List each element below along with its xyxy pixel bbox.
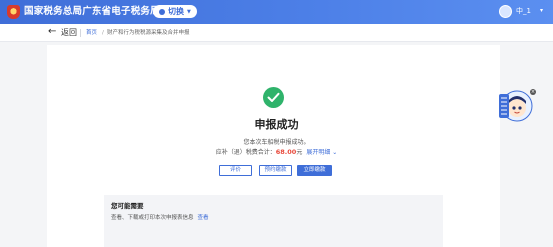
success-subtitle: 您本次车船税申报成功。 [243, 139, 310, 146]
assistant-mascot-icon[interactable] [497, 86, 533, 124]
chevron-down-icon: ▼ [187, 8, 191, 15]
site-title: 国家税务总局广东省电子税务局 [24, 6, 160, 17]
switch-region-button[interactable]: 切换 ▼ [153, 5, 197, 18]
tax-total-amount: 68.00 [275, 148, 297, 156]
close-mascot-icon[interactable]: × [530, 89, 536, 95]
top-header-bar: 国家税务总局广东省电子税务局 切换 ▼ 中_1 ▾ [0, 0, 553, 24]
breadcrumb-home-link[interactable]: 首页 [86, 29, 97, 37]
you-may-need-title: 您可能需要 [111, 202, 144, 210]
tax-bureau-emblem-icon [7, 5, 20, 19]
success-title: 申报成功 [254, 118, 299, 131]
you-may-need-text: 查看、下载或打印本次申报表信息 查看 [111, 214, 209, 222]
evaluate-button[interactable]: 评价 [219, 165, 252, 176]
appointment-pay-button[interactable]: 预约缴款 [259, 165, 292, 176]
user-avatar[interactable] [499, 5, 512, 18]
pay-now-button[interactable]: 立即缴款 [297, 165, 332, 176]
switch-label: 切换 [168, 6, 184, 16]
user-menu-chevron-icon[interactable]: ▾ [540, 7, 543, 14]
back-button[interactable]: 返回 [61, 28, 77, 38]
you-may-need-description: 查看、下载或打印本次申报表信息 [111, 215, 194, 221]
breadcrumb-separator: / [102, 30, 104, 36]
divider [80, 29, 81, 37]
tax-total-unit: 元 [296, 149, 303, 156]
sub-navigation-bar: ← 返回 首页 / 财产和行为税税源采集及合并申报 [0, 24, 553, 42]
back-arrow-icon[interactable]: ← [48, 26, 56, 37]
breadcrumb-current: 财产和行为税税源采集及合并申报 [107, 30, 190, 36]
user-name[interactable]: 中_1 [516, 7, 531, 16]
tax-total-label: 应补（退）税费合计： [215, 149, 276, 156]
expand-details-link[interactable]: 展开明细 ⌄ [306, 149, 337, 156]
success-check-icon [263, 87, 284, 108]
view-link[interactable]: 查看 [198, 215, 209, 221]
switch-dot-icon [159, 8, 165, 15]
tax-total-line: 应补（退）税费合计：68.00元 展开明细 ⌄ [0, 148, 553, 157]
